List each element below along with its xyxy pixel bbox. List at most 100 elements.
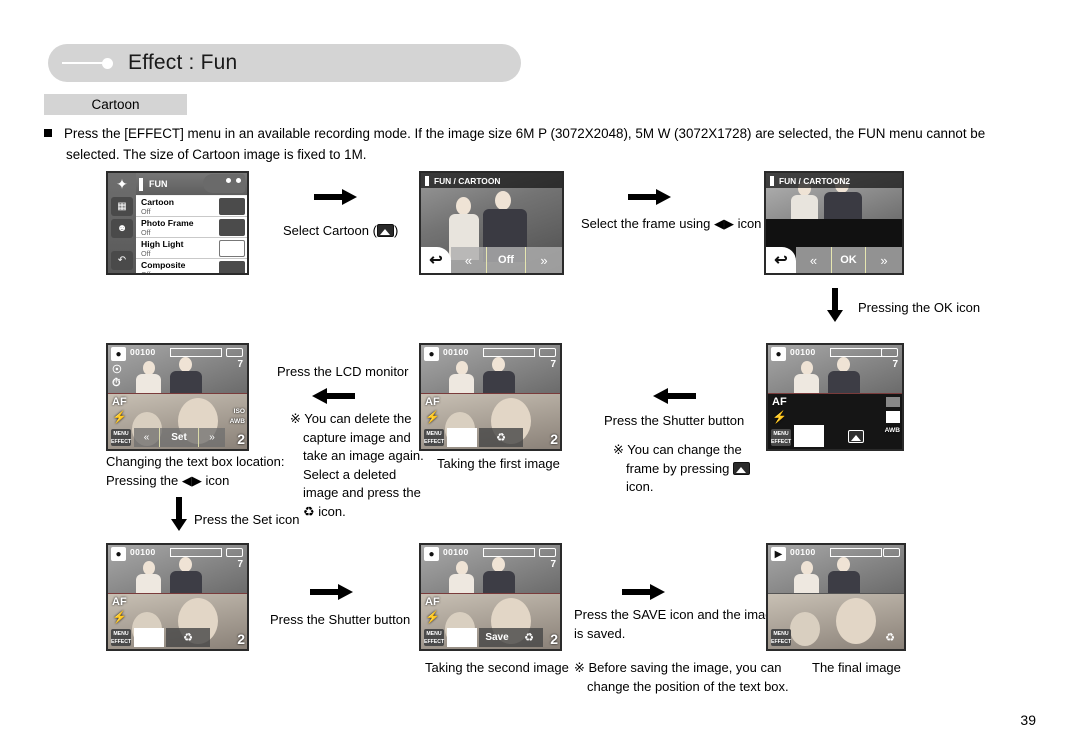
note-line: ※ You can delete the bbox=[290, 411, 412, 426]
lcd-fun-menu: ✦ ▦ ☻ ↶ FUN Cartoon Off Photo Frame Off bbox=[106, 171, 249, 275]
fun-face-icon bbox=[203, 174, 245, 193]
bride-figure bbox=[136, 561, 162, 593]
caption-press-save: Press the SAVE icon and the image is sav… bbox=[574, 606, 780, 643]
cartoon-value-label[interactable]: Off bbox=[487, 247, 526, 273]
resolution-label: 7 bbox=[892, 359, 898, 370]
iso-box-icon bbox=[886, 396, 900, 407]
back-button[interactable]: ↩ bbox=[766, 247, 796, 273]
note-line: image and press the bbox=[303, 485, 421, 500]
wb-label: AWB bbox=[884, 426, 900, 434]
resolution-label: 7 bbox=[550, 559, 556, 570]
arrow-left-icon-1 bbox=[311, 387, 355, 405]
lcd-live-second-pre: ● 00100 7 AF ⚡ MENU EFFECT ♻ 2 bbox=[106, 543, 249, 651]
caption-press-lcd: Press the LCD monitor bbox=[277, 364, 409, 379]
shot-index-label: 2 bbox=[237, 431, 245, 447]
caption-text: Select Cartoon ( bbox=[283, 223, 377, 238]
af-label: AF bbox=[772, 395, 787, 408]
delete-button[interactable]: ♻ bbox=[479, 428, 523, 447]
set-button[interactable]: Set bbox=[160, 428, 199, 447]
resolution-label: 7 bbox=[550, 359, 556, 370]
bride-figure bbox=[794, 561, 820, 593]
delete-icon[interactable]: ♻ bbox=[880, 628, 900, 647]
menu-item-high-light[interactable]: High Light Off bbox=[136, 238, 247, 259]
photo-frame-icon bbox=[219, 219, 245, 236]
intro-line-1: Press the [EFFECT] menu in an available … bbox=[64, 126, 986, 141]
manual-page: Effect : Fun Cartoon Press the [EFFECT] … bbox=[0, 0, 1080, 746]
groom-figure bbox=[170, 357, 202, 393]
timer-icon: ⏱ bbox=[112, 377, 121, 389]
prev-button[interactable]: « bbox=[451, 247, 487, 273]
memory-bar-icon bbox=[830, 348, 882, 357]
caption-text-end: ) bbox=[393, 223, 399, 238]
shot-index-label: 2 bbox=[550, 431, 558, 447]
note-line-2: frame by pressing bbox=[626, 460, 750, 479]
page-title: Effect : Fun bbox=[128, 51, 238, 74]
next-button[interactable]: » bbox=[866, 247, 902, 273]
bride-figure bbox=[794, 361, 820, 393]
groom-figure bbox=[483, 557, 515, 593]
menu-effect-button[interactable]: MENU EFFECT bbox=[424, 629, 444, 646]
menu-effect-button[interactable]: MENU EFFECT bbox=[111, 629, 131, 646]
note-line: ※ You can change the bbox=[613, 442, 742, 457]
menu-item-value: Off bbox=[141, 207, 151, 216]
note-line: capture image and bbox=[303, 429, 411, 445]
menu-item-name: Photo Frame bbox=[141, 218, 194, 228]
delete-button[interactable]: ♻ bbox=[166, 628, 210, 647]
cartoon2-title: FUN / CARTOON2 bbox=[779, 175, 851, 186]
shot-counter: 00100 bbox=[443, 547, 469, 557]
memory-bar-icon bbox=[170, 348, 222, 357]
header-bullet-icon bbox=[62, 57, 118, 69]
arrow-left-icon-2 bbox=[652, 387, 696, 405]
menu-item-name: High Light bbox=[141, 239, 184, 249]
battery-icon bbox=[881, 348, 898, 357]
prev-button[interactable]: « bbox=[796, 247, 832, 273]
text-box-overlay bbox=[447, 428, 477, 447]
flash-icon: ⚡ bbox=[425, 609, 440, 624]
next-button[interactable]: » bbox=[199, 428, 225, 447]
caption-note-save: ※ Before saving the image, you can chang… bbox=[574, 659, 789, 696]
macro-icon: ☉ bbox=[112, 364, 122, 376]
shot-counter: 00100 bbox=[790, 347, 816, 357]
face-icon: ☻ bbox=[111, 219, 133, 238]
frame-inline-icon bbox=[732, 461, 750, 475]
menu-effect-button[interactable]: MENU EFFECT bbox=[111, 429, 131, 446]
mode-icon: ● bbox=[111, 547, 126, 561]
prev-button[interactable]: « bbox=[134, 428, 160, 447]
groom-figure bbox=[483, 357, 515, 393]
af-label: AF bbox=[425, 395, 440, 408]
af-label: AF bbox=[112, 595, 127, 608]
menu-item-composite[interactable]: Composite Off bbox=[136, 259, 247, 273]
next-button[interactable]: » bbox=[526, 247, 562, 273]
caption-changing-textbox: Changing the text box location: Pressing… bbox=[106, 453, 285, 490]
menu-effect-button[interactable]: MENU EFFECT bbox=[771, 429, 791, 446]
set-tool-row: « Set » bbox=[134, 428, 225, 447]
flash-icon: ⚡ bbox=[112, 609, 127, 624]
caption-note-frame: ※ You can change the frame by pressing i… bbox=[613, 441, 750, 497]
arrow-right-icon-2 bbox=[628, 188, 672, 206]
ok-button[interactable]: OK bbox=[832, 247, 866, 273]
back-button[interactable]: ↩ bbox=[421, 247, 451, 273]
lcd-live-first: ● 00100 7 AF ⚡ MENU EFFECT ♻ 2 bbox=[419, 343, 562, 451]
caption-note-delete: ※ You can delete the capture image and t… bbox=[290, 410, 424, 521]
flash-icon: ⚡ bbox=[772, 409, 787, 424]
note-line: change the position of the text box. bbox=[587, 678, 789, 694]
battery-icon bbox=[883, 548, 900, 557]
delete-button[interactable]: ♻ bbox=[515, 628, 543, 647]
lcd-final-image: ▶ 00100 MENU EFFECT ♻ bbox=[766, 543, 906, 651]
menu-effect-button[interactable]: MENU EFFECT bbox=[424, 429, 444, 446]
menu-item-photo-frame[interactable]: Photo Frame Off bbox=[136, 217, 247, 238]
caption-taking-first: Taking the first image bbox=[437, 456, 560, 471]
back-arrow-icon[interactable]: ↶ bbox=[111, 251, 133, 270]
frame-change-icon[interactable] bbox=[848, 430, 864, 443]
menu-item-cartoon[interactable]: Cartoon Off bbox=[136, 196, 247, 217]
menu-effect-button[interactable]: MENU EFFECT bbox=[771, 629, 791, 646]
shot-index-label: 2 bbox=[237, 631, 245, 647]
filmstrip-icon: ▦ bbox=[111, 197, 133, 216]
caption-taking-second: Taking the second image bbox=[425, 660, 569, 675]
text-box-overlay bbox=[134, 628, 164, 647]
save-button[interactable]: Save bbox=[479, 628, 515, 647]
lcd-live-save: ● 00100 7 AF ⚡ MENU EFFECT Save ♻ 2 bbox=[419, 543, 562, 651]
lcd-live-frame: ● 00100 7 AF ⚡ AWB MENU EFFECT bbox=[766, 343, 904, 451]
note-line: ♻ icon. bbox=[303, 503, 346, 519]
memory-bar-icon bbox=[170, 548, 222, 557]
